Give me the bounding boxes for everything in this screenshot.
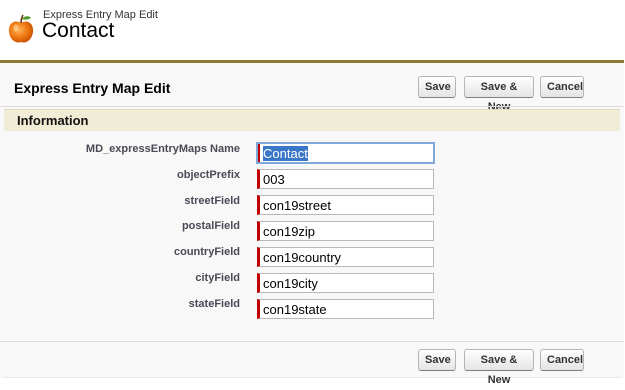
field-label-objectprefix: objectPrefix [177,169,240,181]
section-header-information[interactable]: Information [4,109,620,131]
block-title: Express Entry Map Edit [14,80,171,96]
save-new-button-top[interactable]: Save & New [464,76,534,113]
countryfield-input[interactable] [257,247,434,267]
save-new-button-bottom[interactable]: Save & New [464,349,534,386]
objectprefix-input[interactable] [257,169,434,189]
save-button-bottom[interactable]: Save [418,349,456,371]
streetfield-input[interactable] [257,195,434,215]
field-label-streetfield: streetField [184,195,240,207]
cancel-button-top[interactable]: Cancel [540,76,584,98]
divider [0,341,624,342]
statefield-input[interactable] [257,299,434,319]
field-label-countryfield: countryField [173,246,240,258]
apple-icon [8,14,34,43]
page-title: Contact [42,19,115,42]
divider [0,106,624,107]
field-label-name: MD_expressEntryMaps Name [85,143,240,155]
save-button-top[interactable]: Save [418,76,456,98]
edit-block: Express Entry Map Edit Save Save & New C… [0,60,624,386]
name-input[interactable] [256,142,435,164]
page-header: Express Entry Map Edit Contact [0,0,625,60]
field-label-postalfield: postalField [181,220,240,232]
field-label-statefield: stateField [188,298,240,310]
field-label-cityfield: cityField [195,272,240,284]
cancel-button-bottom[interactable]: Cancel [540,349,584,371]
postalfield-input[interactable] [257,221,434,241]
section-title: Information [17,113,89,128]
cityfield-input[interactable] [257,273,434,293]
